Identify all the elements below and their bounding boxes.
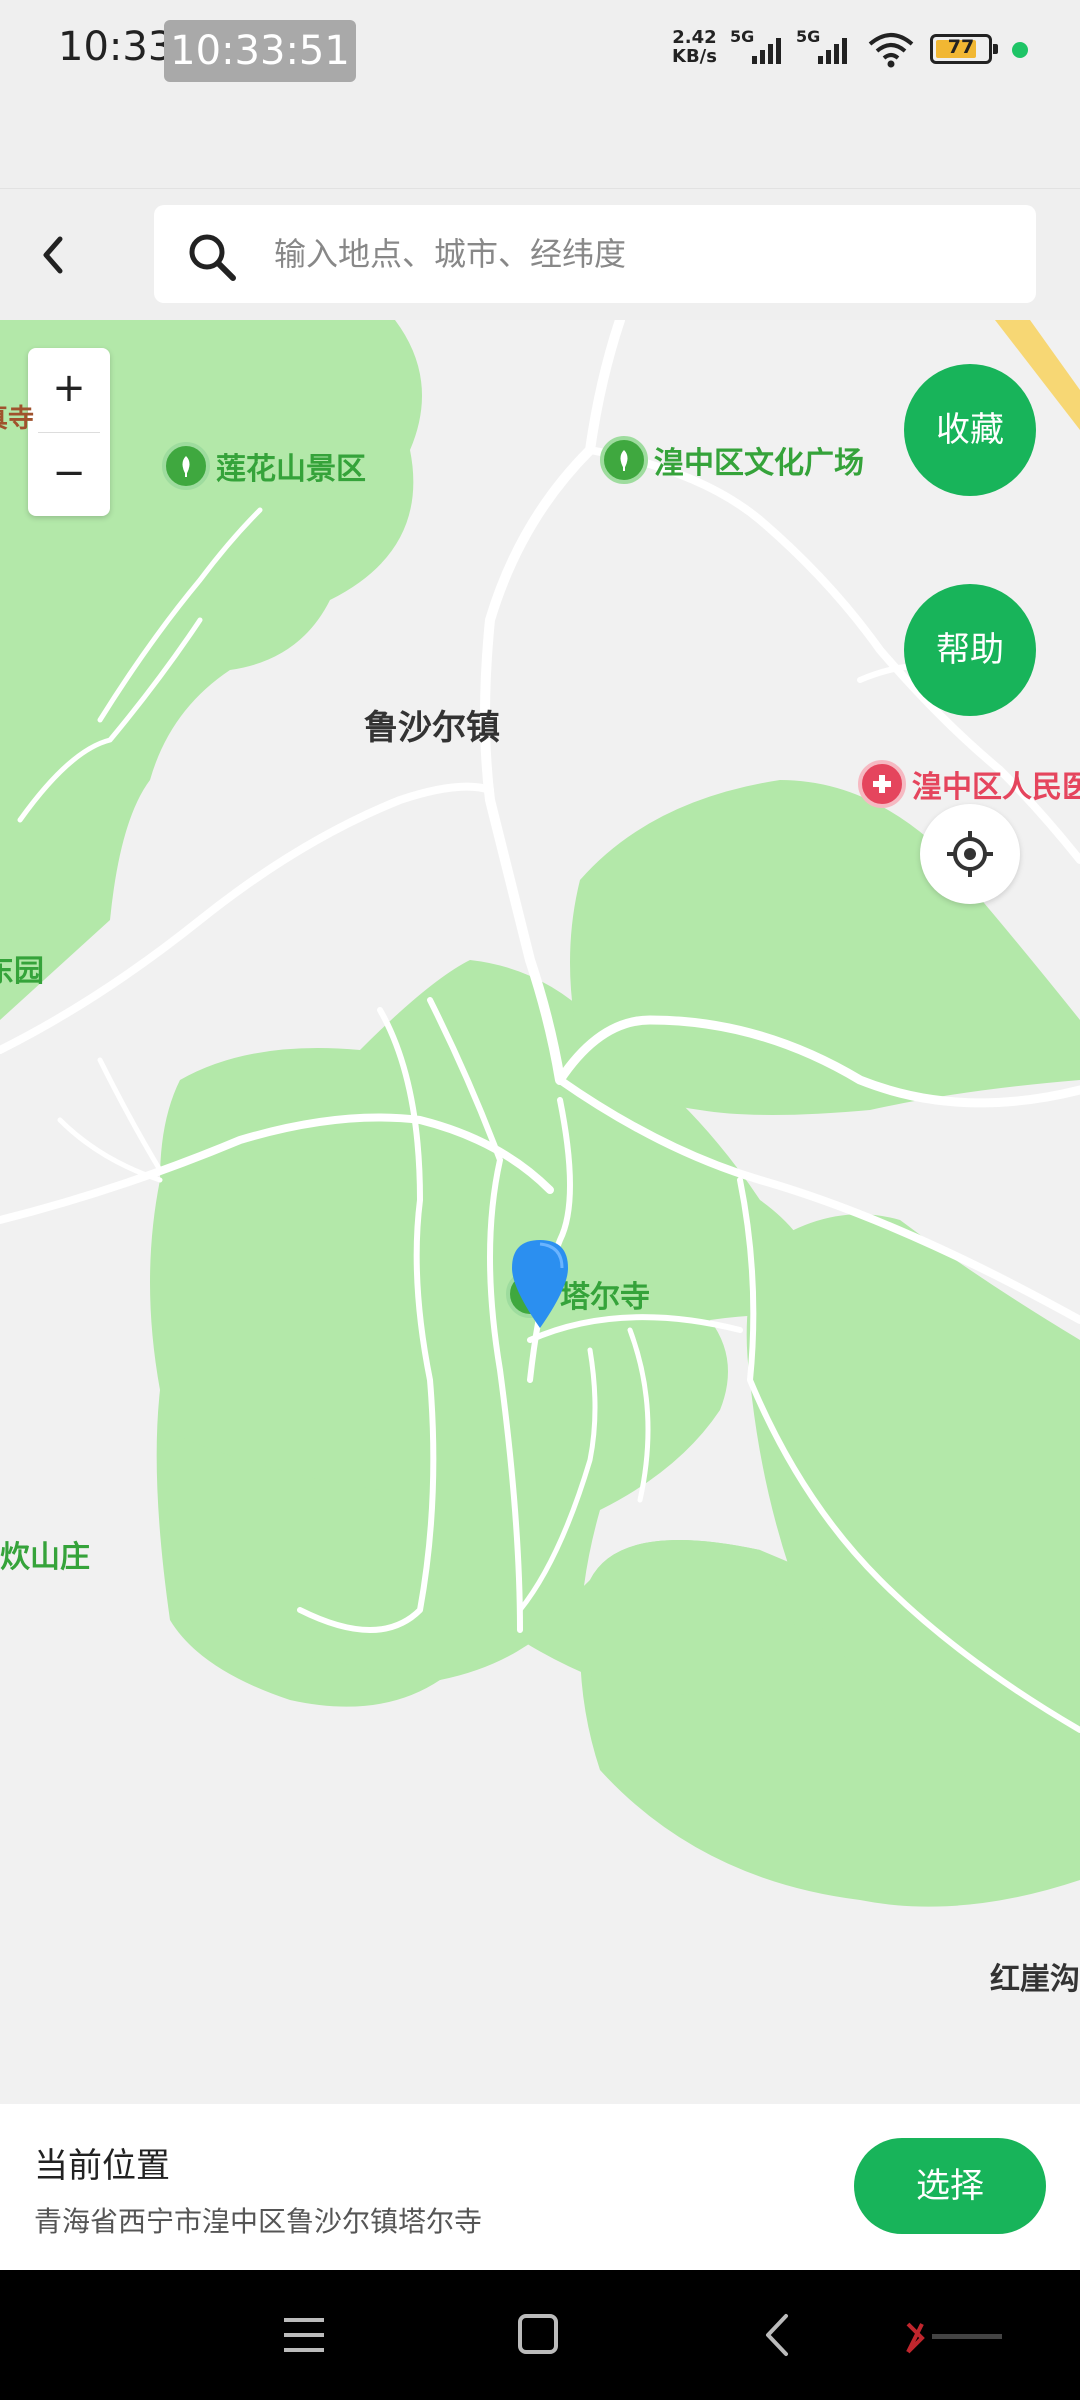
help-button[interactable]: 帮助	[904, 584, 1036, 716]
map-view[interactable]: + − 真寺 东园 炊山庄 红崖沟 莲花山景区 湟中区文化广场 湟中区人民医 塔…	[0, 320, 1080, 2104]
back-icon[interactable]	[756, 2310, 800, 2364]
wifi-icon	[866, 30, 916, 74]
park-icon	[162, 442, 210, 490]
top-bar	[0, 188, 1080, 320]
battery-level: 77	[947, 36, 975, 58]
park-icon	[600, 436, 648, 484]
poi-lotus-mountain[interactable]: 莲花山景区	[162, 442, 366, 490]
poi-label: 塔尔寺	[560, 1280, 650, 1315]
current-location-panel: 当前位置 青海省西宁市湟中区鲁沙尔镇塔尔寺 选择	[0, 2104, 1080, 2270]
current-address: 青海省西宁市湟中区鲁沙尔镇塔尔寺	[34, 2205, 483, 2238]
back-button[interactable]	[30, 225, 80, 285]
search-box[interactable]	[154, 205, 1036, 303]
network-speed-unit: KB/s	[672, 46, 717, 67]
poi-label: 莲花山景区	[216, 452, 366, 487]
location-marker-icon[interactable]	[510, 1238, 570, 1334]
favorite-button[interactable]: 收藏	[904, 364, 1036, 496]
crosshair-icon	[947, 831, 993, 877]
poi-label: 湟中区人民医	[912, 770, 1080, 805]
network-speed-value: 2.42	[672, 27, 717, 48]
panel-title: 当前位置	[34, 2146, 170, 2186]
zoom-out-button[interactable]: −	[28, 433, 110, 517]
privacy-indicator-dot	[1012, 42, 1028, 58]
zoom-control: + −	[28, 348, 110, 516]
select-button[interactable]: 选择	[854, 2138, 1046, 2234]
watermark-logo-icon	[904, 2318, 1024, 2362]
poi-hospital[interactable]: 湟中区人民医	[858, 760, 1080, 808]
map-label-edge: 东园	[0, 954, 44, 989]
signal-icon: 5G	[730, 27, 790, 72]
signal-icon: 5G	[796, 27, 856, 72]
clock-overlay: 10:33:51	[164, 20, 356, 82]
poi-label: 湟中区文化广场	[654, 446, 864, 481]
status-time: 10:33	[58, 24, 174, 70]
sim1-network-label: 5G	[730, 28, 754, 46]
navigation-bar	[0, 2270, 1080, 2400]
search-icon	[186, 231, 238, 287]
battery-icon: 77	[930, 34, 998, 64]
zoom-in-button[interactable]: +	[28, 348, 110, 432]
status-bar: 10:33 10:33:51 2.42 KB/s 5G 5G 77	[0, 0, 1080, 100]
map-label-edge: 红崖沟	[990, 1962, 1080, 1997]
sim2-network-label: 5G	[796, 28, 820, 46]
poi-culture-square[interactable]: 湟中区文化广场	[600, 436, 864, 484]
menu-icon[interactable]	[282, 2310, 326, 2364]
search-input[interactable]	[274, 227, 994, 281]
map-label-edge: 炊山庄	[0, 1540, 90, 1575]
network-speed: 2.42 KB/s	[672, 28, 717, 66]
locate-button[interactable]	[920, 804, 1020, 904]
map-label-edge: 真寺	[0, 404, 35, 434]
town-label: 鲁沙尔镇	[364, 708, 500, 748]
chevron-left-icon	[43, 236, 63, 274]
home-icon[interactable]	[516, 2310, 560, 2364]
map-background	[0, 320, 1080, 1907]
hospital-icon	[858, 760, 906, 808]
